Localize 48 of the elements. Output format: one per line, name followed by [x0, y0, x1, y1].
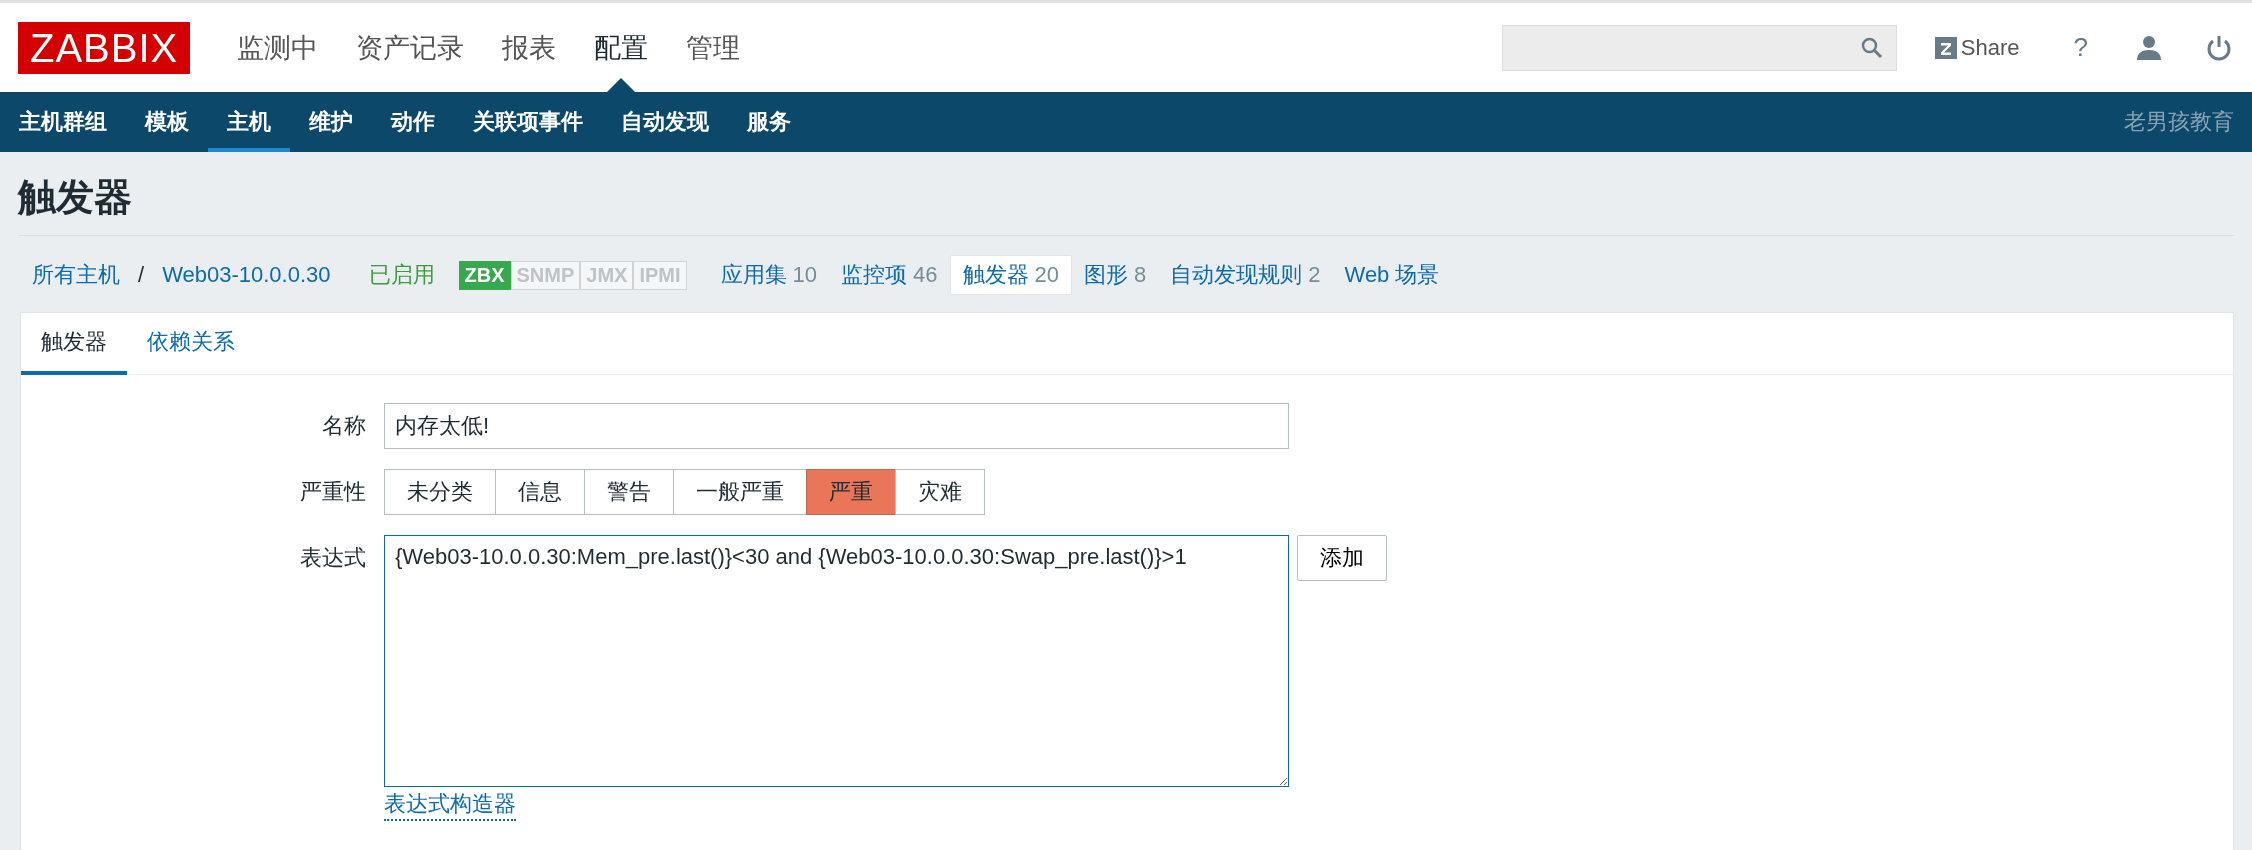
severity-option[interactable]: 信息	[495, 469, 585, 515]
interface-tag: ZBX	[458, 260, 511, 290]
breadcrumb-link[interactable]: 所有主机	[20, 255, 132, 295]
submenu-item[interactable]: 服务	[728, 92, 810, 152]
menu-item[interactable]: 资产记录	[337, 3, 484, 92]
expression-text-area[interactable]: {Web03-10.0.0.30:Mem_pre.last()}<30 and {Web03-10.0.0.30:Swap_pre.last()}>1	[384, 535, 1289, 787]
page-title: 触发器	[18, 172, 2234, 236]
submenu-item[interactable]: 自动发现	[602, 92, 728, 152]
add-button[interactable]: 添加	[1297, 535, 1387, 581]
name-input-field[interactable]: 内存太低!	[384, 403, 1289, 449]
breadcrumb-link[interactable]: Web03-10.0.0.30	[150, 255, 343, 295]
interface-tag: IPMI	[633, 260, 687, 290]
menu-item[interactable]: 管理	[667, 3, 760, 92]
severity-option[interactable]: 未分类	[384, 469, 496, 515]
expression-builder-link[interactable]: 表达式构造器	[384, 789, 516, 821]
submenu-item[interactable]: 维护	[290, 92, 372, 152]
breadcrumb-separator: /	[137, 262, 146, 288]
help-button[interactable]: ?	[2067, 31, 2094, 64]
host-nav-link[interactable]: 监控项 46	[829, 255, 950, 295]
field-label: 表达式	[299, 544, 366, 572]
z-logo-icon	[1934, 36, 1957, 59]
host-nav-link[interactable]: 自动发现规则 2	[1158, 255, 1333, 295]
search-field[interactable]	[1501, 24, 1897, 71]
interface-tag: SNMP	[510, 260, 581, 290]
field-label: 严重性	[299, 478, 366, 506]
share-button[interactable]: Share	[1928, 33, 2026, 62]
severity-option[interactable]: 一般严重	[673, 469, 807, 515]
submenu-item[interactable]: 关联项事件	[454, 92, 602, 152]
zabbix-logo[interactable]: ZABBIX	[18, 21, 191, 74]
severity-option[interactable]: 灾难	[895, 469, 985, 515]
field-label: 名称	[321, 412, 366, 440]
search-icon[interactable]	[1859, 35, 1884, 60]
menu-item[interactable]: 报表	[483, 3, 576, 92]
host-nav-link[interactable]: Web 场景	[1332, 255, 1452, 295]
submenu-item[interactable]: 模板	[126, 92, 208, 152]
tab[interactable]: 触发器	[21, 313, 127, 375]
user-label: 老男孩教育	[2124, 108, 2235, 136]
severity-option[interactable]: 严重	[806, 469, 896, 515]
submenu-item[interactable]: 主机	[208, 92, 290, 152]
submenu-item[interactable]: 主机群组	[0, 92, 126, 152]
host-nav-link[interactable]: 图形 8	[1072, 255, 1159, 295]
severity-option[interactable]: 警告	[584, 469, 674, 515]
submenu-item[interactable]: 动作	[372, 92, 454, 152]
interface-tag: JMX	[580, 260, 634, 290]
host-nav-link[interactable]: 触发器 20	[949, 255, 1072, 295]
host-nav-link[interactable]: 应用集 10	[708, 255, 830, 295]
tab[interactable]: 依赖关系	[127, 313, 255, 375]
menu-item[interactable]: 监测中	[218, 3, 338, 92]
